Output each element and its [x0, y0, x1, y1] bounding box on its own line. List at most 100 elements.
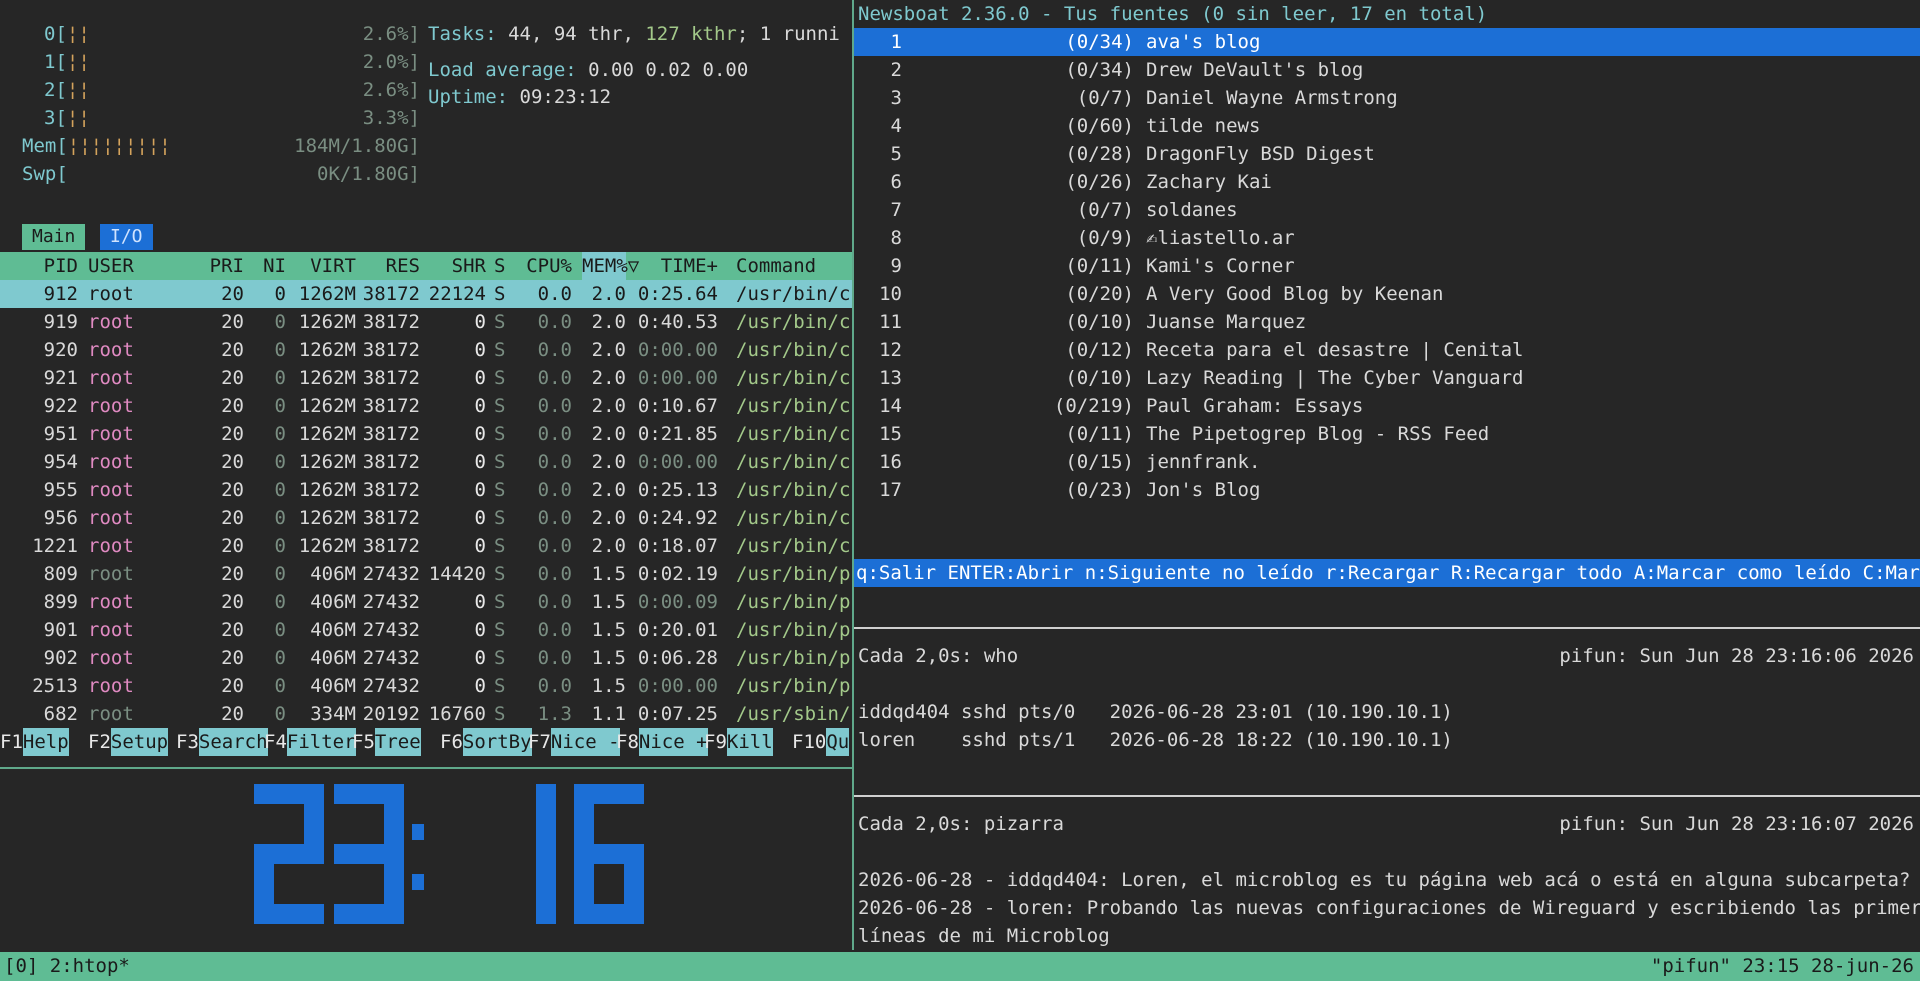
meter-row: Swp[0K/1.80G] [22, 160, 420, 188]
function-key[interactable]: F10Qu [792, 728, 850, 756]
feed-item[interactable]: 13 (0/10) Lazy Reading | The Cyber Vanguar… [854, 364, 1920, 392]
table-cell: S [494, 367, 506, 389]
table-row[interactable]: 912 root 20 0 1262M 38172 22124 S 0.0 2.0 0:25.64 /… [0, 280, 852, 308]
function-key[interactable]: F8Nice + [616, 728, 708, 756]
function-key[interactable]: F4Filter [264, 728, 356, 756]
table-cell: 2.0 [591, 283, 626, 305]
feed-item[interactable]: 8 (0/9) ✍liastello.ar [854, 224, 1920, 252]
table-row[interactable]: 922 root 20 0 1262M 38172 0 S 0.0 2.0 0:10.67/usr/… [0, 392, 852, 420]
feed-item[interactable]: 1 (0/34) ava's blog [854, 28, 1920, 56]
meter-bar: ¦¦ [66, 107, 90, 129]
column-header[interactable]: NI [254, 252, 286, 280]
table-cell: 0.0 [537, 563, 572, 585]
table-cell: 901 [43, 619, 78, 641]
feed-item[interactable]: 16 (0/15) jennfrank. [854, 448, 1920, 476]
column-header[interactable]: TIME+ [632, 252, 718, 280]
table-cell: 0 [474, 423, 486, 445]
function-key[interactable]: F6SortBy [440, 728, 532, 756]
table-cell: 0 [474, 367, 486, 389]
table-cell: root [88, 479, 134, 501]
column-header[interactable]: RES [358, 252, 420, 280]
table-cell: 406M [310, 675, 356, 697]
feed-item[interactable]: 3 (0/7) Daniel Wayne Armstrong [854, 84, 1920, 112]
table-cell: 20192 [362, 703, 420, 725]
table-row[interactable]: 682 root 20 0 334M 20192 16760 S 1.3 1.1 0:07.25/u… [0, 700, 852, 728]
feed-item[interactable]: 15 (0/11) The Pipetogrep Blog - RSS Feed [854, 420, 1920, 448]
function-key[interactable]: F1Help [0, 728, 69, 756]
table-cell: 0:00.00 [637, 367, 718, 389]
column-header[interactable]: S [494, 252, 512, 280]
table-cell: 951 [43, 423, 78, 445]
column-header[interactable]: PID [0, 252, 78, 280]
table-cell: 20 [221, 339, 244, 361]
process-table-header[interactable]: PID USER PRI NI VIRT RES SHR S CPU% MEM%▽ TIME+ Com… [0, 252, 852, 280]
tab-io[interactable]: I/O [100, 224, 153, 250]
function-key[interactable]: F9Kill [704, 728, 773, 756]
feed-count: (0/26) [1065, 171, 1134, 193]
table-cell: /usr/bin/p [736, 591, 851, 613]
feed-item[interactable]: 17 (0/23) Jon's Blog [854, 476, 1920, 504]
table-cell: 0:25.64 [637, 283, 718, 305]
function-key[interactable]: F7Nice - [528, 728, 620, 756]
table-cell: 0:20.01 [637, 619, 718, 641]
column-header[interactable]: CPU% [518, 252, 572, 280]
table-cell: root [88, 451, 134, 473]
table-cell: root [88, 507, 134, 529]
feed-item[interactable]: 10 (0/20) A Very Good Blog by Keenan [854, 280, 1920, 308]
table-row[interactable]: 951 root 20 0 1262M 38172 0 S 0.0 2.0 0:21.85/usr/… [0, 420, 852, 448]
table-row[interactable]: 955 root 20 0 1262M 38172 0 S 0.0 2.0 0:25.13/usr/… [0, 476, 852, 504]
feed-item[interactable]: 14 (0/219) Paul Graham: Essays [854, 392, 1920, 420]
table-row[interactable]: 902 root 20 0 406M 27432 0 S 0.0 1.5 0:06.28/usr/b… [0, 644, 852, 672]
right-pane[interactable]: Newsboat 2.36.0 - Tus fuentes (0 sin lee… [854, 0, 1920, 950]
feed-title: The Pipetogrep Blog - RSS Feed [1146, 423, 1490, 445]
table-row[interactable]: 809 root 20 0 406M 27432 14420 S 0.0 1.5 0:02.19/u… [0, 560, 852, 588]
table-cell: /usr/bin/c [736, 311, 851, 333]
table-cell: S [494, 647, 506, 669]
function-key[interactable]: F3Search [176, 728, 268, 756]
table-row[interactable]: 921 root 20 0 1262M 38172 0 S 0.0 2.0 0:00.00/usr/… [0, 364, 852, 392]
table-cell: 955 [43, 479, 78, 501]
tmux-window-list[interactable]: [0] 2:htop* [4, 952, 130, 981]
function-key-label: Search [198, 728, 268, 756]
feed-item[interactable]: 11 (0/10) Juanse Marquez [854, 308, 1920, 336]
table-cell: S [494, 395, 506, 417]
column-header[interactable]: VIRT [290, 252, 356, 280]
table-cell: 919 [43, 311, 78, 333]
feed-item[interactable]: 12 (0/12) Receta para el desastre | Cenita… [854, 336, 1920, 364]
function-key-label: Nice - [550, 728, 620, 756]
table-cell: 0.0 [537, 283, 572, 305]
function-key-label: Filter [286, 728, 356, 756]
table-row[interactable]: 899 root 20 0 406M 27432 0 S 0.0 1.5 0:00.09/usr/b… [0, 588, 852, 616]
function-key-number: F3 [176, 731, 199, 753]
function-key[interactable]: F2Setup [88, 728, 169, 756]
table-row[interactable]: 1221 root 20 0 1262M 38172 0 S 0.0 2.0 0:18.07/usr… [0, 532, 852, 560]
feed-title: ✍liastello.ar [1146, 227, 1295, 249]
feed-item[interactable]: 4 (0/60) tilde news [854, 112, 1920, 140]
table-row[interactable]: 2513 root 20 0 406M 27432 0 S 0.0 1.5 0:00.00/usr/… [0, 672, 852, 700]
column-header[interactable]: MEM%▽ [582, 252, 639, 280]
feed-item[interactable]: 9 (0/11) Kami's Corner [854, 252, 1920, 280]
feed-item[interactable]: 6 (0/26) Zachary Kai [854, 168, 1920, 196]
function-key[interactable]: F5Tree [352, 728, 421, 756]
table-row[interactable]: 920 root 20 0 1262M 38172 0 S 0.0 2.0 0:00.00/usr/… [0, 336, 852, 364]
feed-title: Zachary Kai [1146, 171, 1272, 193]
htop-pane[interactable]: 0[¦¦ 2.6%] 1[¦¦ 2.0%] 2[¦¦ 2.6%] 3[¦¦ 3.3%] Mem[… [0, 0, 852, 766]
column-header[interactable]: PRI [198, 252, 244, 280]
column-header[interactable]: SHR [422, 252, 486, 280]
table-row[interactable]: 956 root 20 0 1262M 38172 0 S 0.0 2.0 0:24.92/usr/… [0, 504, 852, 532]
table-row[interactable]: 919 root 20 0 1262M 38172 0 S 0.0 2.0 0:40.53/usr/… [0, 308, 852, 336]
table-cell: 2.0 [591, 451, 626, 473]
column-header[interactable]: Command [736, 252, 852, 280]
column-header[interactable]: USER [88, 252, 198, 280]
table-row[interactable]: 901 root 20 0 406M 27432 0 S 0.0 1.5 0:20.01/usr/b… [0, 616, 852, 644]
table-row[interactable]: 954 root 20 0 1262M 38172 0 S 0.0 2.0 0:00.00/usr/… [0, 448, 852, 476]
table-cell: 0.0 [537, 451, 572, 473]
tab-main[interactable]: Main [22, 224, 86, 250]
table-cell: root [88, 283, 134, 305]
clock-segment [304, 784, 324, 854]
table-cell: root [88, 367, 134, 389]
feed-item[interactable]: 7 (0/7) soldanes [854, 196, 1920, 224]
feed-item[interactable]: 2 (0/34) Drew DeVault's blog [854, 56, 1920, 84]
feed-count: (0/34) [1065, 31, 1134, 53]
feed-item[interactable]: 5 (0/28) DragonFly BSD Digest [854, 140, 1920, 168]
